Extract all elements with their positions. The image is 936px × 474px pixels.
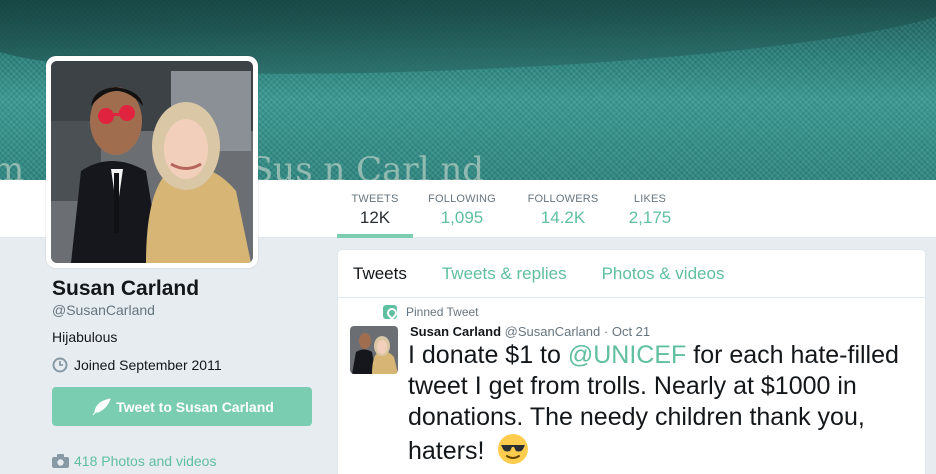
profile-bio: Hijabulous: [52, 329, 118, 345]
tweet-mention-link[interactable]: @UNICEF: [568, 341, 686, 369]
camera-icon: [52, 454, 69, 468]
profile-handle: @SusanCarland: [52, 302, 155, 318]
stat-tweets[interactable]: TWEETS 12K: [337, 180, 413, 238]
stat-following-value: 1,095: [440, 208, 484, 227]
stat-tweets-label: TWEETS: [351, 193, 399, 205]
photos-and-videos-link[interactable]: 418 Photos and videos: [52, 453, 216, 469]
tweet-separator: ·: [603, 324, 609, 339]
pinned-tweet-label: Pinned Tweet: [406, 305, 479, 319]
feather-icon: [92, 397, 111, 415]
banner-gilt-text-right: Sus n Carl nd: [250, 150, 485, 180]
tab-photos-and-videos[interactable]: Photos & videos: [602, 264, 725, 284]
stat-following-label: FOLLOWING: [428, 193, 496, 205]
tweet-author-handle[interactable]: @SusanCarland: [505, 324, 601, 339]
tab-tweets-and-replies[interactable]: Tweets & replies: [442, 264, 567, 284]
tweet-to-user-label: Tweet to Susan Carland: [116, 398, 274, 415]
sunglasses-emoji-icon: [498, 434, 529, 464]
timeline-tabs: Tweets Tweets & replies Photos & videos: [338, 250, 925, 298]
stat-followers-label: FOLLOWERS: [527, 193, 599, 205]
profile-joined-text: Joined September 2011: [74, 357, 222, 373]
stat-followers[interactable]: FOLLOWERS 14.2K: [524, 180, 602, 238]
pin-icon: [383, 305, 397, 319]
stat-following[interactable]: FOLLOWING 1,095: [424, 180, 500, 238]
profile-avatar[interactable]: [46, 56, 258, 268]
tweet-author-photo: [350, 326, 398, 374]
tweet-date[interactable]: Oct 21: [612, 324, 650, 339]
tweet-text-part-1: I donate $1 to: [408, 341, 568, 369]
photos-and-videos-label: 418 Photos and videos: [74, 453, 217, 469]
tweet-author-name[interactable]: Susan Carland: [410, 324, 501, 339]
calendar-clock-icon: [52, 357, 68, 373]
profile-name[interactable]: Susan Carland: [52, 277, 199, 301]
stat-tweets-value: 12K: [359, 208, 391, 227]
profile-joined-date: Joined September 2011: [52, 357, 222, 373]
timeline-card: Tweets Tweets & replies Photos & videos …: [337, 249, 926, 474]
tweet-text: I donate $1 to @UNICEF for each hate-fil…: [408, 340, 913, 467]
banner-gilt-text-left: m: [0, 150, 25, 180]
stat-likes-label: LIKES: [633, 193, 667, 205]
stat-followers-value: 14.2K: [540, 208, 586, 227]
tab-tweets[interactable]: Tweets: [353, 264, 407, 284]
profile-photo: [51, 61, 253, 263]
stat-likes-value: 2,175: [628, 208, 672, 227]
pinned-tweet-context: Pinned Tweet: [383, 305, 479, 319]
stat-likes[interactable]: LIKES 2,175: [617, 180, 683, 238]
tweet-author-avatar[interactable]: [350, 326, 398, 374]
tweet-to-user-button[interactable]: Tweet to Susan Carland: [52, 387, 312, 426]
tweet-header: Susan Carland @SusanCarland · Oct 21: [410, 324, 650, 339]
